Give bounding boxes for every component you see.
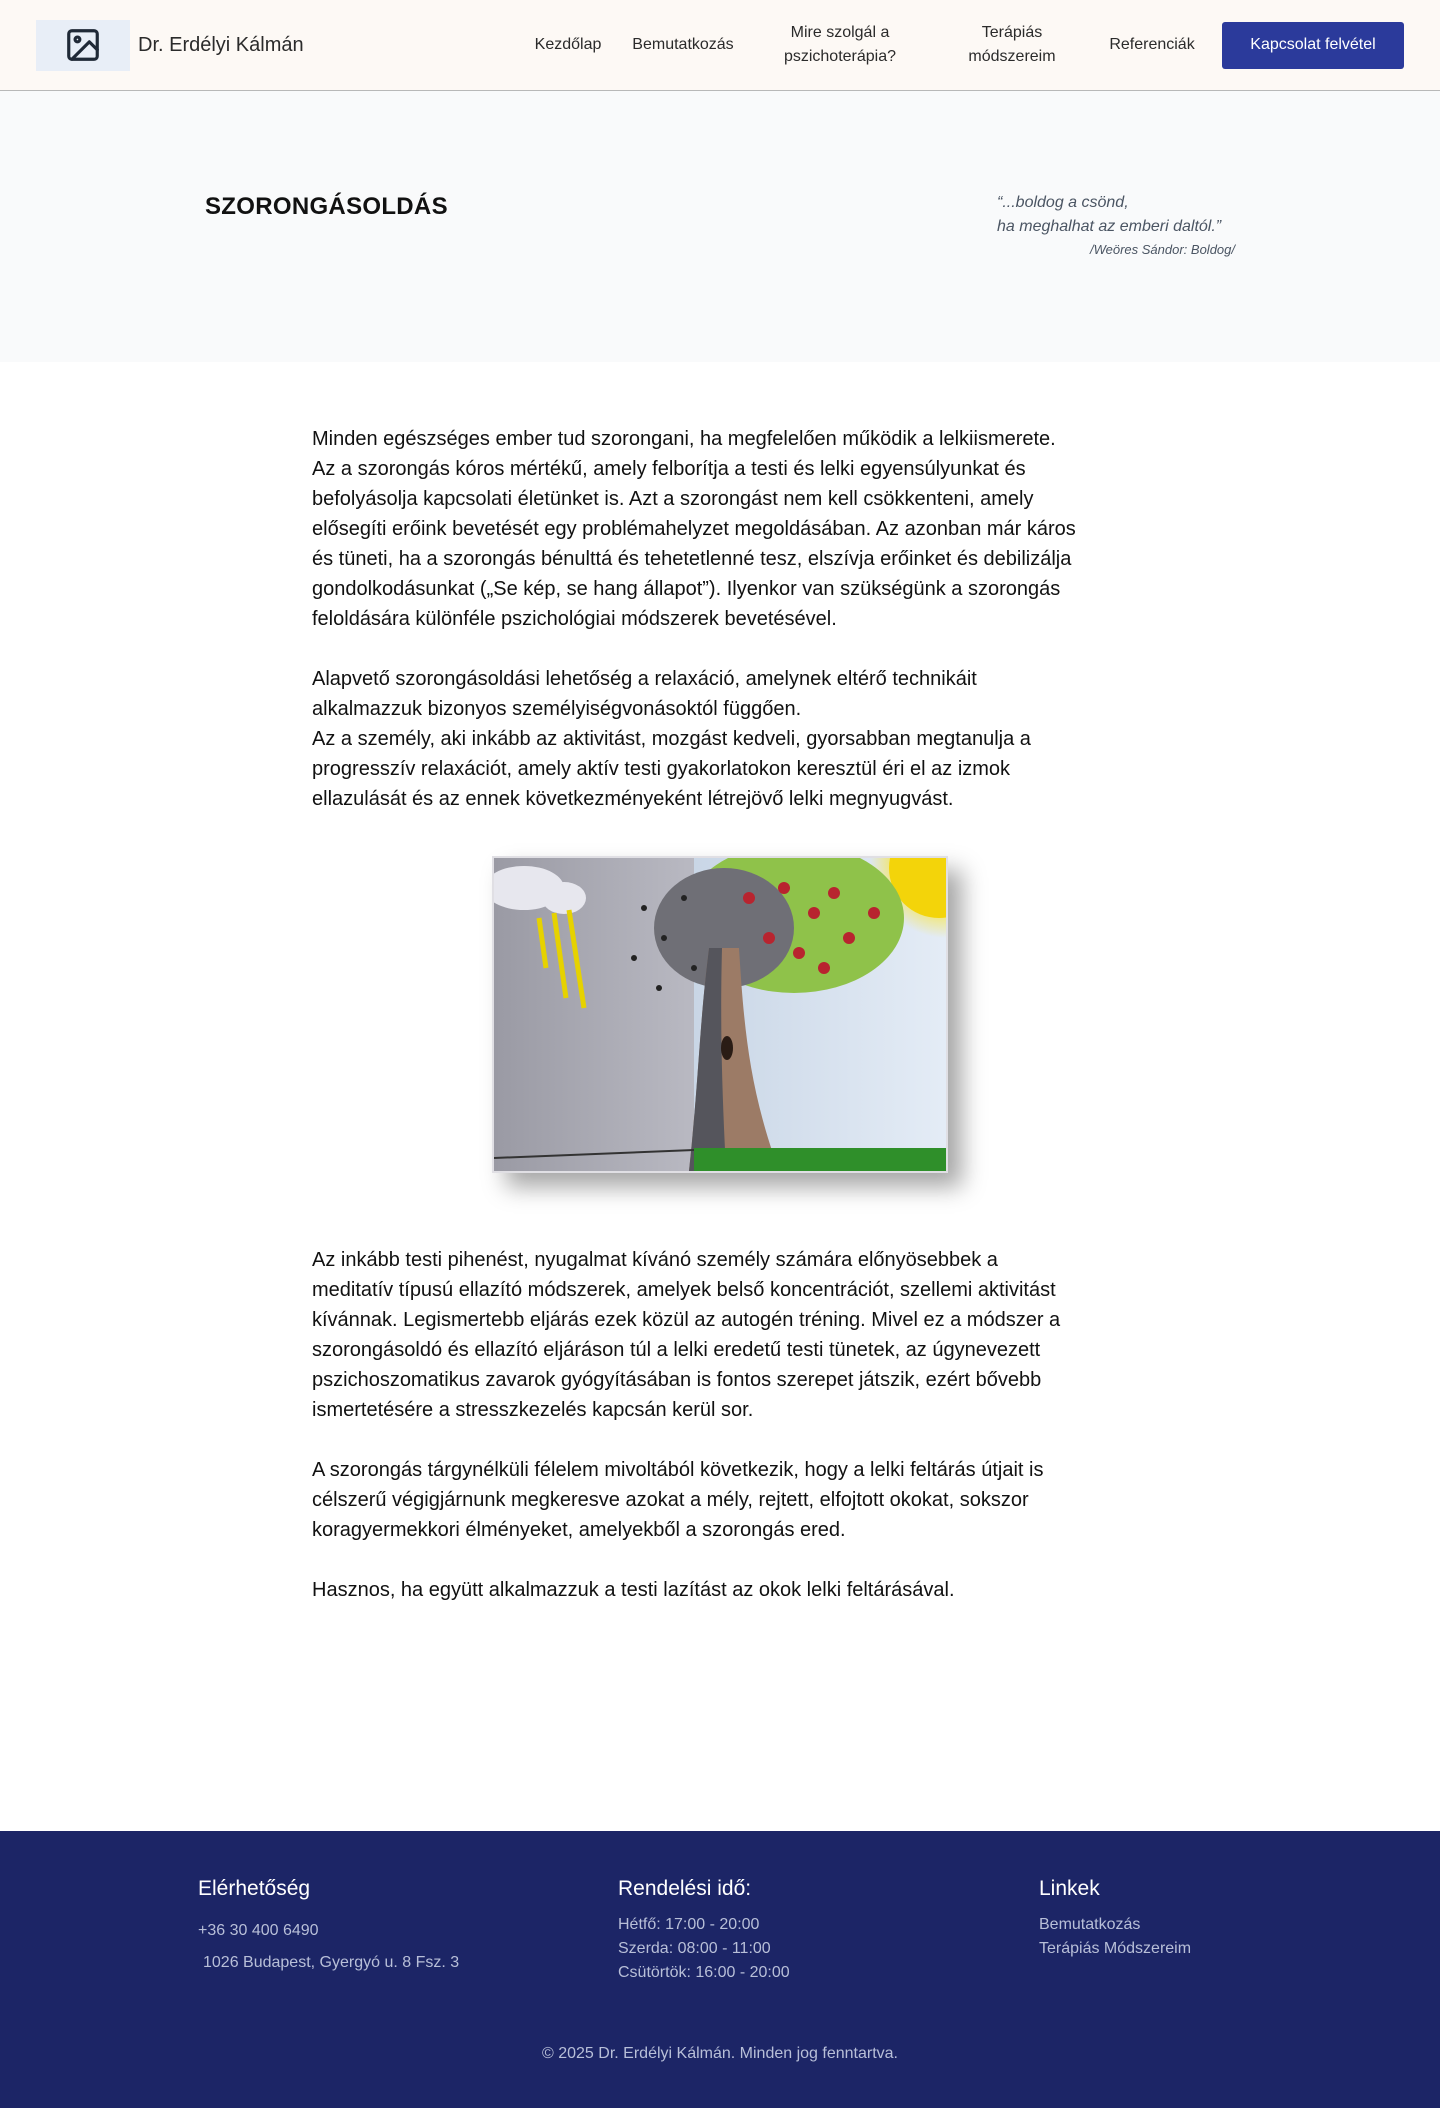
main-nav: Kezdőlap Bemutatkozás Mire szolgál a psz… [528,21,1404,69]
footer-link-terapias-modszereim[interactable]: Terápiás Módszereim [1039,1937,1191,1961]
logo-link[interactable] [36,19,130,71]
tree-drawing-image [492,856,948,1173]
text-line: szorongásoldó és ellazító eljáráson túl … [312,1339,1041,1361]
footer-heading: Rendelési idő: [618,1877,752,1900]
text-line: Az inkább testi pihenést, nyugalmat kívá… [312,1249,998,1271]
text-line: kívánnak. Legismertebb eljárás ezek közü… [312,1309,1061,1331]
footer-contact: Elérhetőség +36 30 400 6490 1026 Budapes… [198,1877,459,1975]
text-line: Az a személy, aki inkább az aktivitást, … [312,728,1031,750]
text-line: feloldására különféle pszichológiai móds… [312,608,837,630]
footer-links: Linkek Bemutatkozás Terápiás Módszereim [1039,1877,1191,1961]
text-line: ellazulását és az ennek következményekén… [312,788,954,810]
image-placeholder-icon [67,29,99,61]
main-content: Minden egészséges ember tud szorongani, … [312,362,1132,1831]
hero-section: SZORONGÁSOLDÁS “...boldog a csönd, ha me… [0,91,1440,362]
hero-quote: “...boldog a csönd, ha meghalhat az embe… [997,191,1221,239]
text-line: célszerű végigjárnunk megkeresve azokat … [312,1489,1029,1511]
quote-line: “...boldog a csönd, [997,194,1129,211]
text-line: elősegíti erőink bevetését egy problémah… [312,518,1076,540]
text-line: pszichoszomatikus zavarok gyógyításában … [312,1369,1042,1391]
brand-name[interactable]: Dr. Erdélyi Kálmán [138,34,304,57]
text-line: gondolkodásunkat („Se kép, se hang állap… [312,578,1061,600]
figure-wrapper [0,844,1440,1245]
copyright: © 2025 Dr. Erdélyi Kálmán. Minden jog fe… [542,2045,898,2062]
nav-item-mire-szolgal[interactable]: Mire szolgál a pszichoterápia? [760,21,920,69]
text-line: ismertetésére a stresszkezelés kapcsán k… [312,1399,754,1421]
text-line: A szorongás tárgynélküli félelem mivoltá… [312,1459,1044,1481]
paragraph-exploration: A szorongás tárgynélküli félelem mivoltá… [312,1455,1132,1545]
text-line: befolyásolja kapcsolati életünket is. Az… [312,488,1034,510]
quote-line: ha meghalhat az emberi daltól.” [997,218,1222,235]
text-line: Az a szorongás kóros mértékű, amely felb… [312,458,1026,480]
text-line: és tüneti, ha a szorongás bénulttá és te… [312,548,1072,570]
hours-item: Hétfő: 17:00 - 20:00 [618,1916,760,1933]
footer-hours: Rendelési idő: Hétfő: 17:00 - 20:00 Szer… [618,1877,790,1985]
page-title: SZORONGÁSOLDÁS [205,193,448,220]
footer-link-bemutatkozas[interactable]: Bemutatkozás [1039,1913,1191,1937]
footer-heading: Linkek [1039,1877,1100,1900]
footer-heading: Elérhetőség [198,1877,311,1900]
footer-address: 1026 Budapest, Gyergyó u. 8 Fsz. 3 [203,1954,460,1971]
hours-item: Csütörtök: 16:00 - 20:00 [618,1964,790,1981]
site-footer: Elérhetőség +36 30 400 6490 1026 Budapes… [0,1831,1440,2108]
nav-item-terapias-modszereim[interactable]: Terápiás módszereim [942,21,1082,69]
text-line: Minden egészséges ember tud szorongani, … [312,428,1056,450]
text-line: meditatív típusú ellazító módszerek, ame… [312,1279,1056,1301]
nav-item-referenciak[interactable]: Referenciák [1104,33,1200,57]
contact-button[interactable]: Kapcsolat felvétel [1222,21,1404,69]
paragraph-conclusion: Hasznos, ha együtt alkalmazzuk a testi l… [312,1575,1132,1605]
hours-item: Szerda: 08:00 - 11:00 [618,1940,771,1957]
footer-phone[interactable]: +36 30 400 6490 [198,1919,459,1943]
nav-item-bemutatkozas[interactable]: Bemutatkozás [628,33,738,57]
text-line: Hasznos, ha együtt alkalmazzuk a testi l… [312,1579,955,1601]
nav-item-kezdolap[interactable]: Kezdőlap [528,33,608,57]
paragraph-meditation: Az inkább testi pihenést, nyugalmat kívá… [312,1245,1132,1425]
text-line: Alapvető szorongásoldási lehetőség a rel… [312,668,977,690]
paragraph-intro: Minden egészséges ember tud szorongani, … [312,424,1132,634]
text-line: koragyermekkori élményeket, amelyekből a… [312,1519,846,1541]
site-header: Dr. Erdélyi Kálmán Kezdőlap Bemutatkozás… [0,0,1440,91]
text-line: progresszív relaxációt, amely aktív test… [312,758,1011,780]
text-line: alkalmazzuk bizonyos személyiségvonásokt… [312,698,802,720]
paragraph-relaxation: Alapvető szorongásoldási lehetőség a rel… [312,664,1132,814]
quote-source: /Weöres Sándor: Boldog/ [1089,242,1235,257]
